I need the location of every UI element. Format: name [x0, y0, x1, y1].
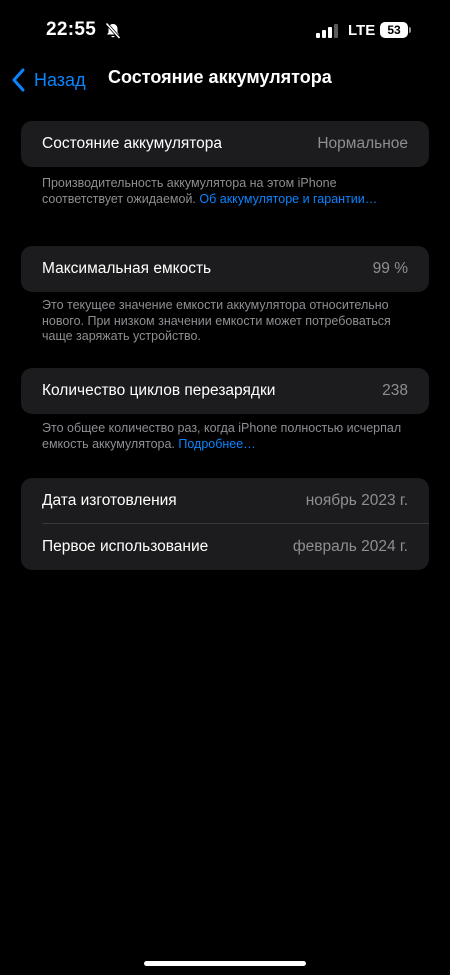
- first-use-label: Первое использование: [42, 538, 209, 555]
- battery-warranty-link[interactable]: Об аккумуляторе и гарантии…: [199, 192, 377, 206]
- max-capacity-footnote: Это текущее значение емкости аккумулятор…: [42, 298, 391, 343]
- first-use-value: февраль 2024 г.: [292, 538, 408, 555]
- max-capacity-group: Максимальная емкость 99 %: [21, 246, 429, 292]
- max-capacity-row: Максимальная емкость 99 %: [21, 246, 429, 292]
- dates-group: Дата изготовления ноябрь 2023 г. Первое …: [21, 478, 429, 570]
- manufacture-date-value: ноябрь 2023 г.: [305, 492, 408, 509]
- cycle-count-label: Количество циклов перезарядки: [42, 382, 276, 399]
- status-time: 22:55: [46, 19, 97, 40]
- battery-level: 53: [387, 23, 401, 37]
- max-capacity-label: Максимальная емкость: [42, 260, 212, 277]
- bell-slash-icon: [105, 22, 121, 40]
- battery-health-footnote: Производительность аккумулятора на этом …: [42, 176, 412, 207]
- cycle-count-footnote: Это общее количество раз, когда iPhone п…: [42, 421, 412, 452]
- network-type: LTE: [348, 22, 376, 39]
- battery-health-row: Состояние аккумулятора Нормальное: [21, 121, 429, 167]
- back-button-label: Назад: [34, 69, 86, 90]
- manufacture-date-row: Дата изготовления ноябрь 2023 г.: [21, 478, 429, 524]
- manufacture-date-label: Дата изготовления: [42, 492, 177, 509]
- learn-more-link[interactable]: Подробнее…: [178, 437, 255, 451]
- page-title: Состояние аккумулятора: [108, 67, 332, 87]
- battery-health-group: Состояние аккумулятора Нормальное: [21, 121, 429, 167]
- cycle-count-group: Количество циклов перезарядки 238: [21, 368, 429, 414]
- battery-health-value: Нормальное: [317, 135, 408, 152]
- back-button[interactable]: Назад: [12, 66, 86, 94]
- status-bar: 22:55 LTE 53: [0, 0, 450, 60]
- battery-icon: 53: [380, 22, 408, 38]
- first-use-row: Первое использование февраль 2024 г.: [21, 524, 429, 570]
- battery-tip: [409, 27, 411, 33]
- battery-health-label: Состояние аккумулятора: [42, 135, 223, 152]
- signal-icon: [316, 24, 338, 38]
- max-capacity-value: 99 %: [372, 260, 408, 277]
- home-indicator[interactable]: [144, 961, 306, 966]
- cycle-count-row: Количество циклов перезарядки 238: [21, 368, 429, 414]
- chevron-left-icon: [12, 68, 25, 92]
- cycle-count-value: 238: [382, 382, 408, 399]
